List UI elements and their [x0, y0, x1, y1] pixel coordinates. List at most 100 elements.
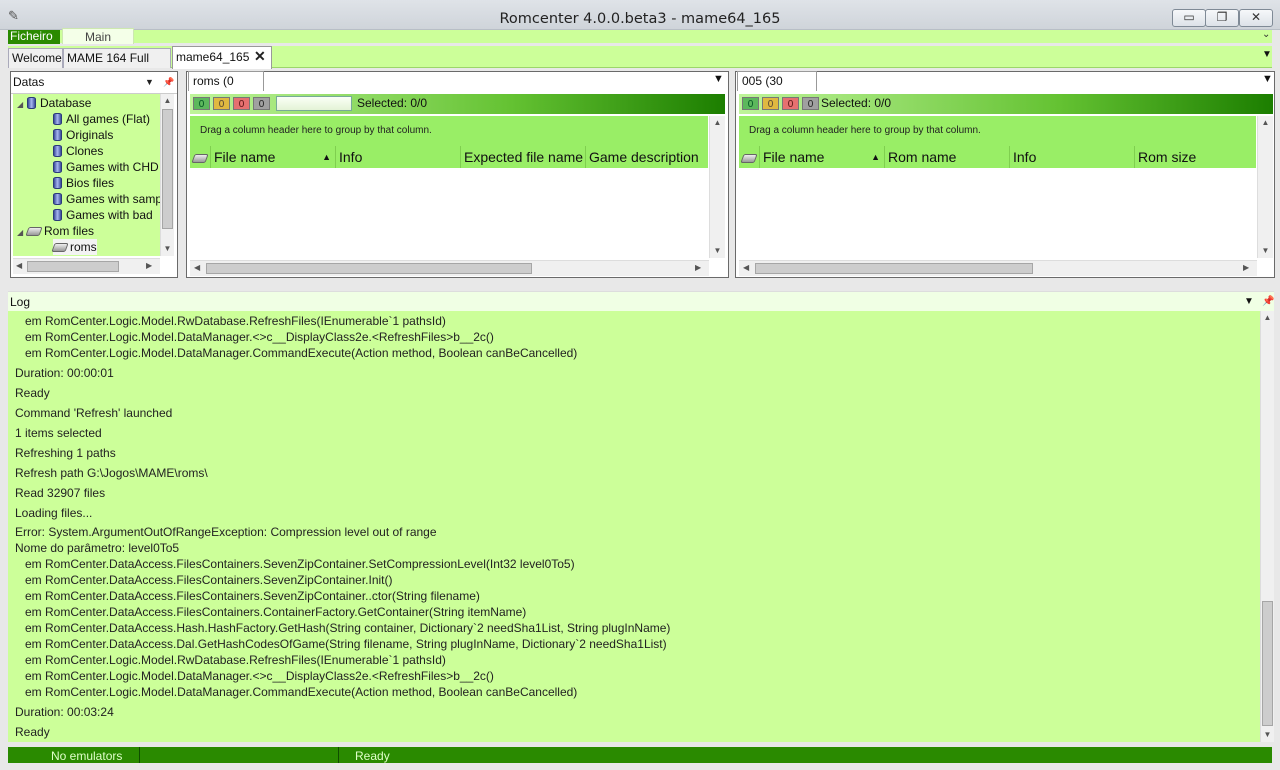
log-line: Error: System.ArgumentOutOfRangeExceptio…: [15, 525, 437, 539]
scroll-thumb[interactable]: [162, 109, 173, 229]
panel-menu-icon[interactable]: ▼: [145, 72, 154, 93]
tab-mame-164-full[interactable]: MAME 164 Full: [63, 48, 171, 68]
scroll-up-icon[interactable]: ▲: [161, 94, 174, 108]
badge-missing: 0: [233, 97, 250, 110]
datas-horizontal-scrollbar[interactable]: ◀ ▶: [13, 258, 160, 274]
column-rom-name[interactable]: Rom name: [884, 146, 1009, 168]
log-line: Duration: 00:03:24: [15, 705, 114, 719]
datas-panel-header: Datas ▼ 📌: [11, 72, 177, 94]
scroll-thumb[interactable]: [755, 263, 1033, 274]
status-divider: [338, 747, 339, 763]
log-line: Refresh path G:\Jogos\MAME\roms\: [15, 466, 208, 480]
set-vertical-scrollbar[interactable]: ▲ ▼: [1257, 116, 1273, 258]
scroll-thumb[interactable]: [1262, 601, 1273, 726]
roms-column-headers: File name ▲ Info Expected file name Game …: [190, 146, 708, 168]
tree-item-rom-files[interactable]: ◢ Rom files: [17, 223, 94, 239]
badge-incomplete: 0: [762, 97, 779, 110]
roms-horizontal-scrollbar[interactable]: ◀ ▶: [190, 260, 709, 276]
scroll-thumb[interactable]: [206, 263, 532, 274]
tree-item-originals[interactable]: Originals: [53, 127, 113, 143]
tree-item-games-with-bad[interactable]: Games with bad: [53, 207, 153, 223]
scroll-right-icon[interactable]: ▶: [1243, 263, 1249, 272]
roms-selected-count: Selected: 0/0: [357, 96, 428, 110]
badge-unknown: 0: [802, 97, 819, 110]
status-bar: No emulators Ready: [8, 747, 1272, 763]
roms-grid-tab[interactable]: roms (0 files): [188, 71, 264, 106]
scroll-up-icon[interactable]: ▲: [710, 116, 725, 130]
scroll-down-icon[interactable]: ▼: [1261, 728, 1274, 742]
database-icon: [53, 113, 62, 125]
column-file-name[interactable]: File name ▲: [759, 146, 884, 168]
column-game-description[interactable]: Game description: [585, 146, 708, 168]
column-expected-file-name[interactable]: Expected file name: [460, 146, 585, 168]
tree-item-clones[interactable]: Clones: [53, 143, 103, 159]
database-icon: [53, 193, 62, 205]
set-group-by-area[interactable]: Drag a column header here to group by th…: [739, 116, 1256, 146]
ribbon-bar: [8, 30, 1272, 43]
tree-item-all-games[interactable]: All games (Flat): [53, 111, 150, 127]
set-grid-tab[interactable]: 005 (30 roms): [737, 71, 817, 106]
scroll-left-icon[interactable]: ◀: [743, 263, 749, 272]
scroll-right-icon[interactable]: ▶: [146, 261, 152, 270]
database-icon: [53, 145, 62, 157]
status-emulators[interactable]: No emulators: [51, 747, 122, 765]
scroll-up-icon[interactable]: ▲: [1261, 311, 1274, 325]
scroll-up-icon[interactable]: ▲: [1258, 116, 1273, 130]
column-file-name[interactable]: File name ▲: [210, 146, 335, 168]
column-info[interactable]: Info: [335, 146, 460, 168]
log-line: Ready: [15, 725, 50, 739]
log-line: em RomCenter.DataAccess.FilesContainers.…: [15, 589, 480, 603]
scroll-right-icon[interactable]: ▶: [695, 263, 701, 272]
minimize-button[interactable]: ▭: [1172, 9, 1206, 27]
column-rom-size[interactable]: Rom size: [1134, 146, 1256, 168]
scroll-thumb[interactable]: [27, 261, 119, 272]
ribbon-tab-main[interactable]: Main: [62, 28, 134, 44]
log-line: em RomCenter.DataAccess.Dal.GetHashCodes…: [15, 637, 667, 651]
tab-welcome[interactable]: Welcome: [8, 48, 63, 68]
log-panel-header: Log ▼ 📌: [8, 291, 1274, 311]
scroll-left-icon[interactable]: ◀: [16, 261, 22, 270]
tree-item-games-with-samples[interactable]: Games with samples: [53, 191, 160, 207]
close-window-button[interactable]: ✕: [1239, 9, 1273, 27]
close-tab-icon[interactable]: ✕: [254, 48, 266, 65]
datas-vertical-scrollbar[interactable]: ▲ ▼: [160, 94, 174, 256]
log-line: Refreshing 1 paths: [15, 446, 116, 460]
roms-group-by-area[interactable]: Drag a column header here to group by th…: [190, 116, 708, 146]
roms-vertical-scrollbar[interactable]: ▲ ▼: [709, 116, 725, 258]
log-line: em RomCenter.Logic.Model.DataManager.Com…: [15, 685, 578, 699]
rom-column-icon[interactable]: [190, 146, 210, 168]
tree-item-roms[interactable]: roms: [51, 239, 97, 255]
expand-icon[interactable]: ◢: [17, 97, 27, 113]
database-icon: [53, 161, 62, 173]
scroll-down-icon[interactable]: ▼: [1258, 244, 1273, 258]
log-line: em RomCenter.DataAccess.FilesContainers.…: [15, 605, 527, 619]
log-title: Log: [10, 295, 31, 309]
tree-item-database[interactable]: ◢ Database: [17, 95, 91, 111]
maximize-button[interactable]: ❐: [1205, 9, 1239, 27]
rom-icon: [740, 154, 758, 163]
rom-column-icon[interactable]: [739, 146, 759, 168]
scroll-left-icon[interactable]: ◀: [194, 263, 200, 272]
scroll-down-icon[interactable]: ▼: [710, 244, 725, 258]
rom-icon: [25, 227, 43, 236]
log-line: Ready: [15, 386, 50, 400]
set-horizontal-scrollbar[interactable]: ◀ ▶: [739, 260, 1257, 276]
set-grid-menu-icon[interactable]: ▼: [1262, 73, 1273, 85]
column-info[interactable]: Info: [1009, 146, 1134, 168]
tabs-menu-icon[interactable]: ▼: [1262, 49, 1272, 60]
log-vertical-scrollbar[interactable]: ▲ ▼: [1260, 311, 1274, 742]
log-line: Loading files...: [15, 506, 93, 520]
tree-item-bios-files[interactable]: Bios files: [53, 175, 114, 191]
pin-icon[interactable]: 📌: [163, 72, 174, 93]
log-line: em RomCenter.Logic.Model.RwDatabase.Refr…: [15, 653, 446, 667]
scroll-down-icon[interactable]: ▼: [161, 242, 174, 256]
ribbon-collapse-icon[interactable]: ⌄: [1262, 29, 1270, 40]
tree-item-games-with-chd[interactable]: Games with CHD: [53, 159, 159, 175]
file-menu-button[interactable]: Ficheiro: [8, 30, 60, 44]
log-line: Nome do parâmetro: level0To5: [15, 541, 180, 555]
roms-grid-menu-icon[interactable]: ▼: [713, 73, 724, 85]
log-pin-icon[interactable]: 📌: [1262, 292, 1274, 312]
log-menu-icon[interactable]: ▼: [1244, 292, 1254, 312]
database-icon: [53, 209, 62, 221]
log-line: em RomCenter.DataAccess.Hash.HashFactory…: [15, 621, 671, 635]
